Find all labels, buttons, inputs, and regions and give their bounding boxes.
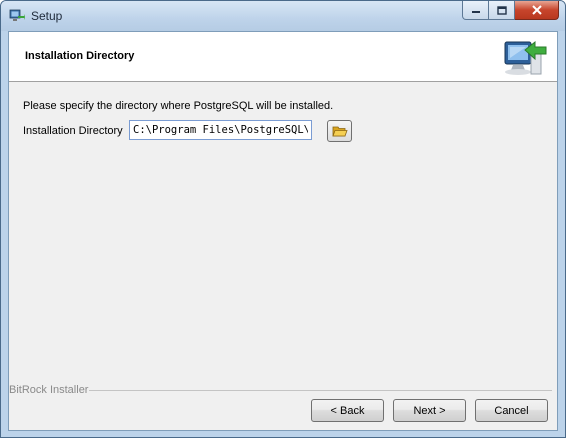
caption-buttons	[462, 1, 559, 21]
wizard-body: Installation Directory Please specify th…	[8, 31, 558, 431]
page-title: Installation Directory	[25, 50, 135, 62]
cancel-button[interactable]: Cancel	[475, 399, 548, 422]
window-title: Setup	[31, 9, 63, 23]
description-text: Please specify the directory where Postg…	[23, 100, 334, 112]
installer-computer-arrow-icon	[501, 38, 547, 78]
footer-divider	[89, 390, 552, 391]
setup-app-icon	[9, 8, 25, 24]
close-button[interactable]	[515, 1, 559, 20]
maximize-icon	[496, 5, 507, 15]
open-folder-icon	[331, 126, 348, 137]
bitrock-brand-label: BitRock Installer	[9, 384, 89, 396]
installation-directory-label: Installation Directory	[23, 125, 123, 137]
next-button[interactable]: Next >	[393, 399, 466, 422]
title-bar[interactable]: Setup	[1, 1, 565, 31]
maximize-button[interactable]	[489, 1, 515, 20]
minimize-button[interactable]	[462, 1, 489, 20]
back-button[interactable]: < Back	[311, 399, 384, 422]
minimize-icon	[471, 11, 480, 13]
browse-button[interactable]	[327, 120, 352, 142]
close-icon	[531, 5, 542, 15]
installation-directory-input[interactable]	[129, 120, 312, 140]
setup-window: Setup Installation Directory Please spec…	[0, 0, 566, 438]
wizard-header: Installation Directory	[9, 32, 557, 82]
